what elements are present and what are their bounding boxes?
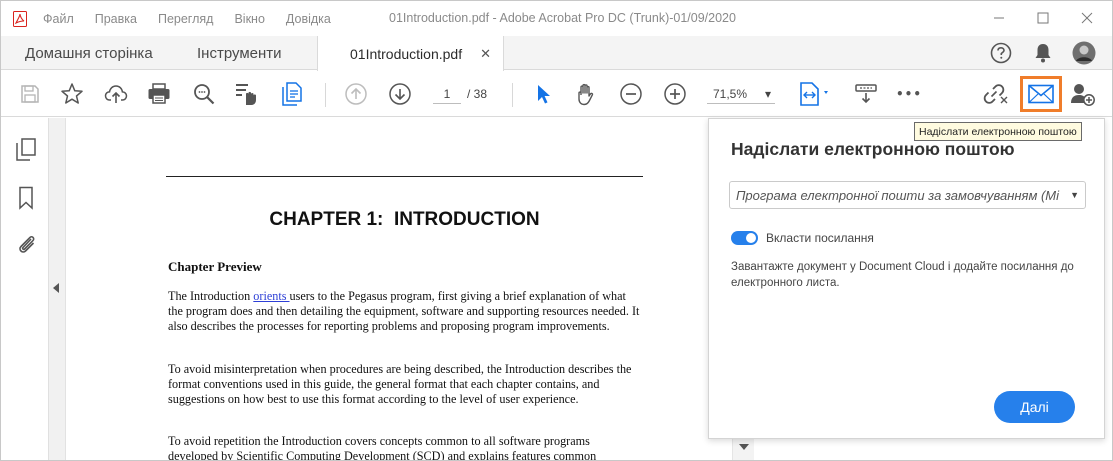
main-toolbar: / 38 71,5% ▾ ••• bbox=[1, 71, 1112, 117]
paragraph-1: The Introduction orients users to the Pe… bbox=[168, 289, 640, 334]
email-tool-highlight bbox=[1020, 76, 1062, 112]
print-icon[interactable] bbox=[146, 81, 172, 107]
title-bar: Файл Правка Перегляд Вікно Довідка 01Int… bbox=[1, 1, 1112, 36]
previous-page-icon[interactable] bbox=[343, 81, 369, 107]
hand-tool-icon[interactable] bbox=[573, 81, 599, 107]
zoom-in-icon[interactable] bbox=[662, 81, 688, 107]
left-navigation-rail bbox=[1, 118, 49, 460]
window-title: 01Introduction.pdf - Adobe Acrobat Pro D… bbox=[389, 11, 736, 25]
save-icon[interactable] bbox=[17, 81, 43, 107]
fit-page-icon[interactable] bbox=[798, 81, 832, 107]
chevron-left-icon[interactable] bbox=[53, 283, 59, 293]
acrobat-window: Файл Правка Перегляд Вікно Довідка 01Int… bbox=[0, 0, 1113, 461]
zoom-select[interactable]: 71,5% ▾ bbox=[707, 84, 775, 104]
next-button[interactable]: Далі bbox=[994, 391, 1075, 423]
zoom-value: 71,5% bbox=[713, 86, 748, 101]
tab-home[interactable]: Домашня сторінка bbox=[25, 36, 153, 70]
tab-document[interactable]: 01Introduction.pdf ✕ bbox=[317, 36, 504, 71]
tab-close-icon[interactable]: ✕ bbox=[480, 46, 491, 62]
more-tools-icon[interactable]: ••• bbox=[896, 81, 922, 107]
acrobat-logo-icon bbox=[13, 10, 27, 27]
avatar[interactable] bbox=[1072, 41, 1096, 65]
menu-help[interactable]: Довідка bbox=[286, 12, 331, 26]
help-icon[interactable] bbox=[989, 41, 1013, 65]
panel-description: Завантажте документ у Document Cloud і д… bbox=[731, 261, 1074, 289]
page-number-input[interactable] bbox=[433, 84, 461, 104]
minimize-icon[interactable] bbox=[990, 9, 1008, 27]
chevron-down-icon: ▼ bbox=[1070, 190, 1079, 200]
paragraph-2: To avoid misinterpretation when procedur… bbox=[168, 362, 632, 407]
bell-icon[interactable] bbox=[1031, 41, 1055, 65]
send-email-tooltip: Надіслати електронною поштою bbox=[914, 122, 1082, 141]
chapter-heading: CHAPTER 1: INTRODUCTION bbox=[269, 209, 540, 230]
close-window-icon[interactable] bbox=[1078, 9, 1096, 27]
paragraph-3: To avoid repetition the Introduction cov… bbox=[168, 434, 597, 461]
menu-window[interactable]: Вікно bbox=[234, 12, 264, 26]
sidebar-toggle-strip[interactable] bbox=[49, 118, 66, 460]
send-email-panel: Надіслати електронною поштою Програма ел… bbox=[708, 118, 1105, 439]
email-client-value: Програма електронної пошти за замовчуван… bbox=[736, 187, 1060, 203]
select-tool-icon[interactable] bbox=[530, 81, 556, 107]
orients-link[interactable]: orients bbox=[253, 289, 289, 303]
add-person-icon[interactable] bbox=[1070, 81, 1096, 107]
header-rule bbox=[166, 176, 643, 177]
panel-title: Надіслати електронною поштою bbox=[731, 139, 1015, 159]
maximize-icon[interactable] bbox=[1034, 9, 1052, 27]
find-icon[interactable] bbox=[191, 81, 217, 107]
attach-link-toggle[interactable] bbox=[731, 231, 758, 245]
bookmark-icon[interactable] bbox=[14, 186, 38, 210]
page-total: / 38 bbox=[467, 87, 488, 101]
tab-document-label: 01Introduction.pdf bbox=[350, 45, 463, 62]
next-page-icon[interactable] bbox=[387, 81, 413, 107]
scroll-down-icon[interactable] bbox=[739, 444, 749, 450]
toolbar-divider bbox=[512, 83, 513, 107]
tab-bar: Домашня сторінка Інструменти 01Introduct… bbox=[1, 36, 1112, 71]
menu-file[interactable]: Файл bbox=[43, 12, 74, 26]
menu-view[interactable]: Перегляд bbox=[158, 12, 213, 26]
redact-tool-icon[interactable] bbox=[234, 81, 260, 107]
zoom-out-icon[interactable] bbox=[618, 81, 644, 107]
attachment-icon[interactable] bbox=[14, 232, 38, 256]
cloud-upload-icon[interactable] bbox=[103, 81, 129, 107]
create-pdf-icon[interactable] bbox=[279, 81, 305, 107]
document-view[interactable]: CHAPTER 1: INTRODUCTION Chapter Preview … bbox=[66, 118, 708, 461]
scroll-mode-icon[interactable] bbox=[853, 81, 879, 107]
chevron-down-icon: ▾ bbox=[764, 86, 771, 101]
attach-link-label: Вкласти посилання bbox=[766, 231, 874, 245]
section-heading: Chapter Preview bbox=[168, 259, 262, 274]
page-thumbnails-icon[interactable] bbox=[14, 138, 38, 162]
tab-tools[interactable]: Інструменти bbox=[197, 36, 282, 70]
share-link-icon[interactable] bbox=[982, 81, 1008, 107]
menu-edit[interactable]: Правка bbox=[95, 12, 137, 26]
star-icon[interactable] bbox=[59, 81, 85, 107]
email-client-select[interactable]: Програма електронної пошти за замовчуван… bbox=[729, 181, 1086, 209]
toolbar-divider bbox=[325, 83, 326, 107]
